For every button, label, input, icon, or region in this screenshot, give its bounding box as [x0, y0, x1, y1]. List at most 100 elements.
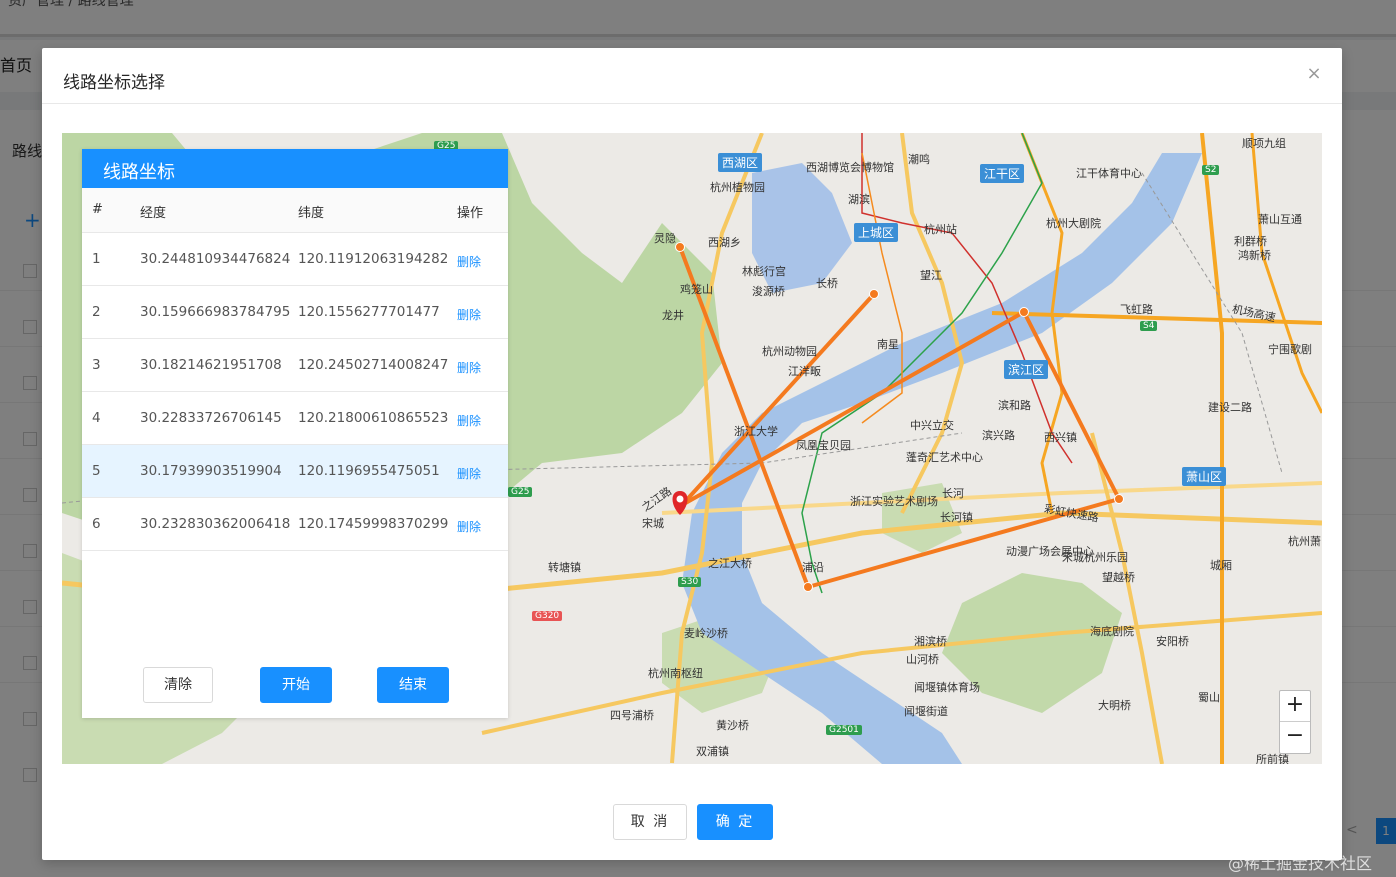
place-label: 滨和路 [998, 399, 1031, 412]
table-row[interactable]: 4 30.22833726706145 120.21800610865523 删… [82, 392, 508, 445]
row-longitude: 30.18214621951708 [140, 357, 282, 373]
place-label: 潮鸣 [908, 153, 930, 166]
table-row[interactable]: 2 30.159666983784795 120.1556277701477 删… [82, 286, 508, 339]
watermark: @稀土掘金技术社区 [1228, 854, 1373, 873]
column-header: 纬度 [298, 206, 325, 221]
delete-link[interactable]: 删除 [457, 253, 481, 270]
place-label: 山河桥 [906, 653, 939, 666]
place-label: 湘滨桥 [914, 635, 947, 648]
place-label: 浙江大学 [734, 425, 778, 438]
place-label: 四号浦桥 [610, 709, 654, 722]
place-label: 西兴镇 [1044, 431, 1077, 444]
place-label: 蓬奇汇艺术中心 [906, 451, 983, 464]
place-label: 鸿新桥 [1238, 249, 1271, 262]
end-button[interactable]: 结束 [377, 667, 449, 703]
confirm-button[interactable]: 确 定 [697, 804, 773, 840]
highway-shield: G2501 [826, 725, 862, 735]
panel-title: 线路坐标 [103, 162, 175, 183]
zoom-control: + − [1279, 690, 1311, 754]
route-point-marker[interactable] [1114, 494, 1124, 504]
highway-shield: G25 [508, 487, 533, 497]
place-label: 凤凰宝贝园 [796, 439, 851, 452]
place-label: 江干体育中心 [1076, 167, 1142, 180]
row-longitude: 30.22833726706145 [140, 410, 282, 426]
place-label: 萧山互通 [1258, 213, 1302, 226]
row-longitude: 30.159666983784795 [140, 304, 291, 320]
row-index: 2 [92, 304, 101, 320]
place-label: 动漫广场会展中心 [1006, 545, 1094, 558]
place-label: 滨兴路 [982, 429, 1015, 442]
table-row[interactable]: 3 30.18214621951708 120.24502714008247 删… [82, 339, 508, 392]
district-label: 滨江区 [1004, 360, 1049, 379]
route-point-marker[interactable] [1019, 307, 1029, 317]
place-label: 黄沙桥 [716, 719, 749, 732]
column-header: 经度 [140, 206, 167, 221]
route-point-marker[interactable] [675, 242, 685, 252]
place-label: 大明桥 [1098, 699, 1131, 712]
place-label: 湖滨 [848, 193, 870, 206]
place-label: 西湖乡 [708, 236, 741, 249]
modal-header: 线路坐标选择 × [42, 48, 1342, 104]
place-label: 西湖博览会博物馆 [806, 161, 894, 174]
place-label: 浚源桥 [752, 285, 785, 298]
row-latitude: 120.11912063194282 [298, 251, 449, 267]
district-label: 萧山区 [1182, 467, 1227, 486]
route-point-marker[interactable] [869, 289, 879, 299]
row-index: 1 [92, 251, 101, 267]
close-icon[interactable]: × [1304, 64, 1324, 84]
place-label: 安阳桥 [1156, 635, 1189, 648]
delete-link[interactable]: 删除 [457, 359, 481, 376]
modal-title: 线路坐标选择 [63, 73, 165, 93]
zoom-in-button[interactable]: + [1280, 691, 1310, 722]
delete-link[interactable]: 删除 [457, 465, 481, 482]
column-header: # [92, 202, 103, 217]
place-label: 中兴立交 [910, 419, 954, 432]
place-label: 长河 [942, 487, 964, 500]
row-index: 3 [92, 357, 101, 373]
clear-button[interactable]: 清除 [143, 667, 213, 703]
place-label: 宋城 [642, 517, 664, 530]
table-row[interactable]: 6 30.232830362006418 120.17459998370299 … [82, 498, 508, 551]
row-index: 5 [92, 463, 101, 479]
place-label: 飞虹路 [1120, 303, 1153, 316]
place-label: 长桥 [816, 277, 838, 290]
row-longitude: 30.17939903519904 [140, 463, 282, 479]
road [1200, 133, 1224, 764]
place-label: 建设二路 [1208, 401, 1252, 414]
place-label: 双浦镇 [696, 745, 729, 758]
road [1250, 133, 1322, 414]
delete-link[interactable]: 删除 [457, 306, 481, 323]
table-row-selected[interactable]: 5 30.17939903519904 120.1196955475051 删除 [82, 445, 508, 498]
row-latitude: 120.1556277701477 [298, 304, 440, 320]
place-label: 杭州大剧院 [1046, 217, 1101, 230]
row-latitude: 120.17459998370299 [298, 516, 449, 532]
delete-link[interactable]: 删除 [457, 412, 481, 429]
delete-link[interactable]: 删除 [457, 518, 481, 535]
place-label: 龙井 [662, 309, 684, 322]
place-label: 闻堰街道 [904, 705, 948, 718]
coordinate-panel: 线路坐标 # 经度 纬度 操作 1 30.244810934476824 120… [82, 149, 508, 718]
place-label: 灵隐 [654, 232, 676, 245]
place-label: 宁围歌剧 [1268, 343, 1312, 356]
place-label: 南星 [877, 338, 899, 351]
place-label: 鸡笼山 [680, 283, 713, 296]
place-label: 杭州动物园 [762, 345, 817, 358]
place-label: 浦沿 [802, 561, 824, 574]
column-header: 操作 [457, 206, 484, 221]
place-label: 闻堰镇体育场 [914, 681, 980, 694]
place-label: 江洋畈 [788, 365, 821, 378]
cancel-button[interactable]: 取 消 [613, 804, 687, 840]
table-row[interactable]: 1 30.244810934476824 120.11912063194282 … [82, 233, 508, 286]
zoom-out-button[interactable]: − [1280, 722, 1310, 752]
district-label: 上城区 [854, 223, 899, 242]
row-latitude: 120.1196955475051 [298, 463, 440, 479]
place-label: 城厢 [1210, 559, 1232, 572]
panel-header: 线路坐标 [82, 149, 508, 188]
highway-shield: S4 [1140, 321, 1158, 331]
place-label: 杭州植物园 [710, 181, 765, 194]
start-button[interactable]: 开始 [260, 667, 332, 703]
place-label: 之江大桥 [708, 557, 752, 570]
row-index: 4 [92, 410, 101, 426]
highway-shield: S2 [1202, 165, 1220, 175]
route-point-marker[interactable] [803, 582, 813, 592]
